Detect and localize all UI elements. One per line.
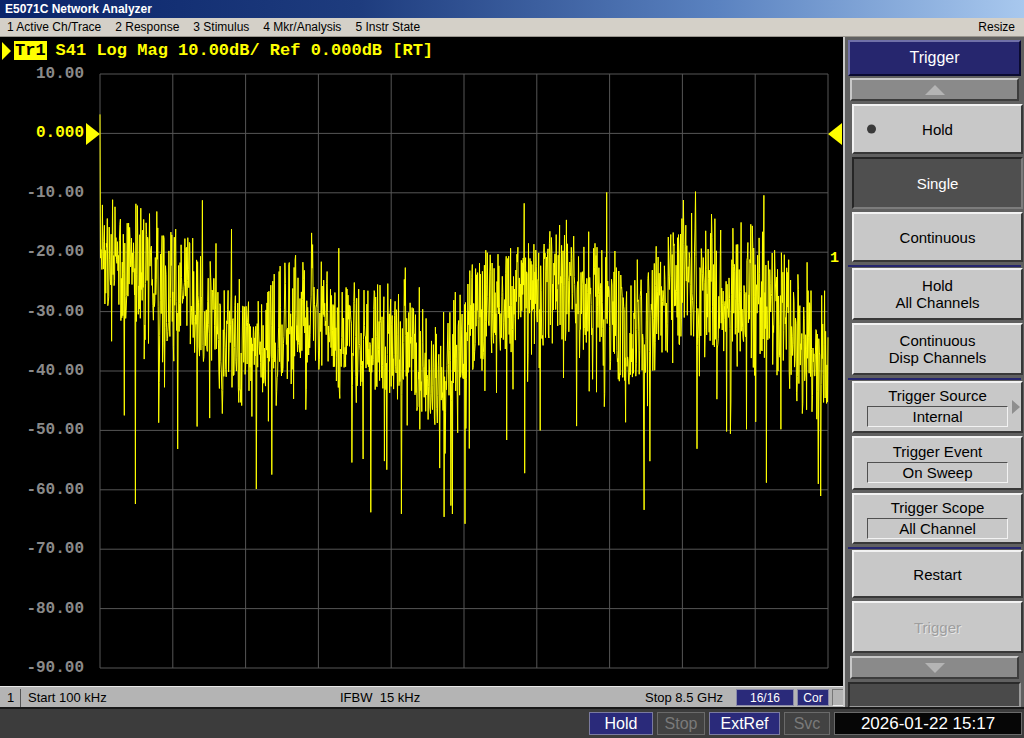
softkey-continuous[interactable]: Continuous [852,212,1023,262]
softkey-hold[interactable]: HoldAll Channels [852,268,1023,320]
y-axis-label: -40.00 [0,362,84,380]
y-axis-label: 0.000 [0,124,84,142]
window-title: E5071C Network Analyzer [5,2,152,16]
down-arrow-icon [925,663,945,673]
trace-display: Tr1 S41 Log Mag 10.00dB/ Ref 0.000dB [RT… [0,37,843,686]
menu-item-1[interactable]: 1 Active Ch/Trace [0,18,108,37]
softkey-continuous[interactable]: ContinuousDisp Channels [852,323,1023,375]
softkey-label: Continuous [900,332,976,349]
datetime-display: 2026-01-22 15:17 [834,712,1022,735]
window-titlebar: E5071C Network Analyzer [0,0,1024,18]
y-axis-label: -50.00 [0,421,84,439]
status-indicator-svc: Svc [784,712,830,735]
channel-number: 1 [1,689,21,707]
y-axis-label: -80.00 [0,600,84,618]
correction-badge: Cor [797,689,829,706]
softkey-separator [848,547,1021,549]
app-window: E5071C Network Analyzer 1 Active Ch/Trac… [0,0,1024,738]
ref-level-marker-left [86,123,100,145]
softkey-label: Trigger Scope [891,499,985,516]
softkey-label: Hold [922,121,953,138]
menu-bar: 1 Active Ch/Trace2 Response3 Stimulus4 M… [0,18,1024,37]
channel-status-bar: 1 Start 100 kHz IFBW 15 kHz Stop 8.5 GHz… [0,686,845,707]
softkey-single[interactable]: Single [852,157,1023,209]
trace-plot: 1 [0,37,843,686]
status-indicator-hold: Hold [589,712,653,735]
menu-item-2[interactable]: 2 Response [108,18,186,37]
status-indicator-extref: ExtRef [709,712,780,735]
softkey-label: Hold [922,277,953,294]
trace-number-marker: 1 [830,250,839,267]
ifbw-value: IFBW 15 kHz [340,689,420,707]
softkey-restart[interactable]: Restart [852,550,1023,598]
softkey-label-line2: All Channels [895,294,979,311]
softkey-trigger-scope-all-channel[interactable]: Trigger Scope All Channel [852,493,1023,544]
menu-item-3[interactable]: 3 Stimulus [186,18,256,37]
y-axis-label: -30.00 [0,303,84,321]
y-axis-label: -20.00 [0,243,84,261]
softkey-value: All Channel [867,518,1008,539]
y-axis-label: 10.00 [0,65,84,83]
y-axis-label: -70.00 [0,540,84,558]
softkey-label: Trigger [914,619,961,636]
y-axis-label: -60.00 [0,481,84,499]
softkey-label: Single [917,175,959,192]
y-axis-label: -10.00 [0,184,84,202]
sweep-start: Start 100 kHz [28,689,107,707]
points-badge: 16/16 [736,689,794,706]
y-axis-label: -90.00 [0,659,84,677]
softkey-label: Trigger Event [893,443,982,460]
up-arrow-icon [925,85,945,95]
softkey-label: Trigger Source [888,387,987,404]
instrument-status-bar: 2026-01-22 15:17 HoldStopExtRefSvc [0,707,1024,738]
softkey-panel: Trigger HoldSingleContinuousHoldAll Chan… [843,37,1024,707]
radio-dot-icon [867,125,876,134]
softkey-trigger-event-on-sweep[interactable]: Trigger Event On Sweep [852,436,1023,490]
softkey-label: Continuous [900,229,976,246]
status-indicator-stop: Stop [657,712,705,735]
menu-resize[interactable]: Resize [969,20,1024,34]
ref-level-marker-right [828,123,842,145]
softkey-label-line2: Disp Channels [889,349,987,366]
softkey-blank-box [848,682,1021,708]
softkey-value: Internal [867,406,1008,427]
menu-item-4[interactable]: 4 Mkr/Analysis [256,18,348,37]
softkey-trigger: Trigger [852,601,1023,653]
softkey-trigger-source-internal[interactable]: Trigger Source Internal [852,381,1023,433]
sweep-stop: Stop 8.5 GHz [645,689,723,707]
softkey-scroll-up-button[interactable] [850,78,1019,101]
submenu-arrow-icon [1012,400,1020,414]
softkey-hold[interactable]: Hold [852,104,1023,154]
softkey-label: Restart [913,566,961,583]
softkey-separator [848,378,1021,380]
softkey-value: On Sweep [867,462,1008,483]
softkey-separator [848,265,1021,267]
softkey-scroll-down-button[interactable] [850,656,1019,679]
menu-item-5[interactable]: 5 Instr State [348,18,427,37]
softkey-menu-title: Trigger [848,40,1021,76]
